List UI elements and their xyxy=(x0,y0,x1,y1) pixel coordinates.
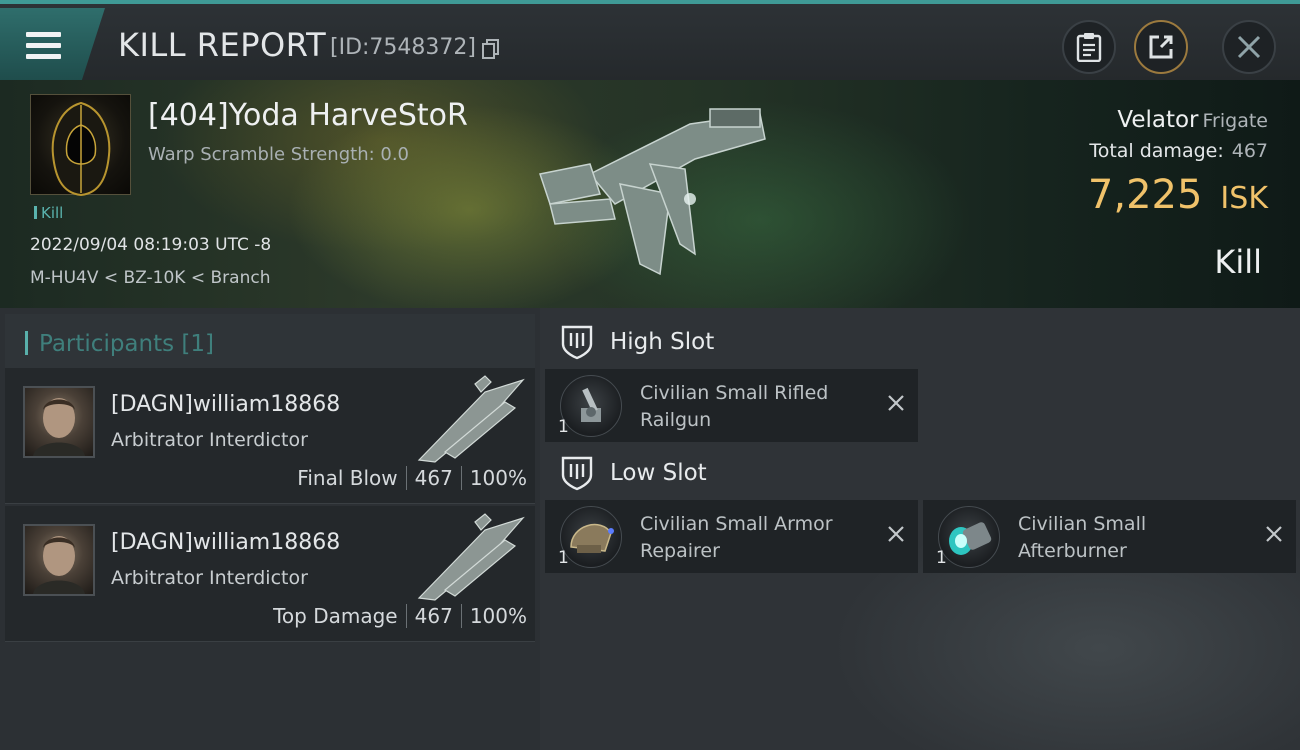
destroyed-x-icon xyxy=(1266,526,1282,542)
participants-header: Participants [1] xyxy=(5,314,535,368)
isk-value: 7,225 ISK xyxy=(1088,172,1268,218)
module-quantity: 1 xyxy=(558,548,569,568)
warp-scramble-strength: Warp Scramble Strength: 0.0 xyxy=(148,144,410,165)
close-button[interactable] xyxy=(1222,20,1276,74)
copy-icon[interactable] xyxy=(482,39,500,59)
participant-row[interactable]: [DAGN]william18868 Arbitrator Interdicto… xyxy=(5,506,535,642)
kill-datetime: 2022/09/04 08:19:03 UTC -8 xyxy=(30,235,272,255)
total-damage-value: 467 xyxy=(1231,140,1268,162)
kill-tag: Kill xyxy=(34,204,63,222)
module-quantity: 1 xyxy=(936,548,947,568)
participant-ship-image xyxy=(417,513,525,601)
participants-label: Participants [1] xyxy=(39,331,214,357)
participant-damage: 467 xyxy=(414,466,453,490)
share-button[interactable] xyxy=(1134,20,1188,74)
victim-ship[interactable]: Velator Frigate xyxy=(1117,107,1268,133)
share-icon xyxy=(1149,35,1173,59)
menu-button[interactable] xyxy=(0,8,105,80)
module-item[interactable]: 1 Civilian Small Armor Repairer xyxy=(545,500,918,573)
menu-icon xyxy=(26,32,61,59)
close-icon xyxy=(1237,35,1261,59)
destroyed-x-icon xyxy=(888,526,904,542)
isk-amount: 7,225 xyxy=(1087,172,1203,218)
victim-ship-class: Frigate xyxy=(1202,110,1268,132)
victim-ship-name: Velator xyxy=(1117,107,1199,133)
participant-stats: Final Blow 467 100% xyxy=(297,466,527,490)
fitting-panel: High Slot 1 Civilian Small Rifled Railgu… xyxy=(540,308,1300,750)
participant-portrait[interactable] xyxy=(23,386,95,458)
participants-panel: Participants [1] [DAGN]william18868 Arbi… xyxy=(0,308,540,750)
high-slot-header: High Slot xyxy=(560,320,714,364)
participant-portrait[interactable] xyxy=(23,524,95,596)
destroyed-x-icon xyxy=(888,395,904,411)
low-slot-header: Low Slot xyxy=(560,451,707,495)
pilot-face-icon xyxy=(33,536,85,594)
pilot-face-icon xyxy=(33,398,85,456)
clipboard-button[interactable] xyxy=(1062,20,1116,74)
module-name: Civilian Small Afterburner xyxy=(1018,513,1147,562)
railgun-icon xyxy=(560,375,622,437)
participant-row[interactable]: [DAGN]william18868 Arbitrator Interdicto… xyxy=(5,368,535,504)
module-quantity: 1 xyxy=(558,417,569,437)
participant-percent: 100% xyxy=(469,604,527,628)
kill-banner: [404]Yoda HarveStoR Warp Scramble Streng… xyxy=(0,80,1300,308)
isk-unit: ISK xyxy=(1220,181,1268,216)
hooded-figure-icon xyxy=(51,101,111,197)
victim-ship-image xyxy=(539,108,766,276)
low-slot-label: Low Slot xyxy=(610,460,707,486)
page-title: KILL REPORT xyxy=(118,26,327,64)
participant-role: Final Blow xyxy=(297,466,398,490)
total-damage: Total damage: 467 xyxy=(1089,140,1268,162)
participant-name[interactable]: [DAGN]william18868 xyxy=(111,392,340,417)
module-name: Civilian Small Armor Repairer xyxy=(640,513,833,562)
total-damage-label: Total damage: xyxy=(1089,140,1224,162)
participant-ship: Arbitrator Interdictor xyxy=(111,429,308,451)
high-slot-label: High Slot xyxy=(610,329,715,355)
participant-ship-image xyxy=(417,375,525,463)
kill-result: Kill xyxy=(1214,243,1262,281)
module-item[interactable]: 1 Civilian Small Afterburner xyxy=(923,500,1296,573)
participant-percent: 100% xyxy=(469,466,527,490)
afterburner-icon xyxy=(938,506,1000,568)
report-id: [ID:7548372] xyxy=(330,35,476,60)
module-name: Civilian Small Rifled Railgun xyxy=(640,382,829,431)
participant-name[interactable]: [DAGN]william18868 xyxy=(111,530,340,555)
high-slot-icon xyxy=(561,325,593,360)
module-item[interactable]: 1 Civilian Small Rifled Railgun xyxy=(545,369,918,442)
participant-damage: 467 xyxy=(414,604,453,628)
armor-repairer-icon xyxy=(560,506,622,568)
header-bar: KILL REPORT [ID:7548372] xyxy=(0,0,1300,80)
participant-stats: Top Damage 467 100% xyxy=(273,604,527,628)
participant-ship: Arbitrator Interdictor xyxy=(111,567,308,589)
low-slot-icon xyxy=(561,456,593,491)
participant-role: Top Damage xyxy=(273,604,398,628)
kill-location: M-HU4V < BZ-10K < Branch xyxy=(30,268,271,288)
clipboard-icon xyxy=(1076,33,1102,62)
victim-avatar[interactable] xyxy=(30,94,131,197)
victim-name[interactable]: [404]Yoda HarveStoR xyxy=(148,98,468,133)
